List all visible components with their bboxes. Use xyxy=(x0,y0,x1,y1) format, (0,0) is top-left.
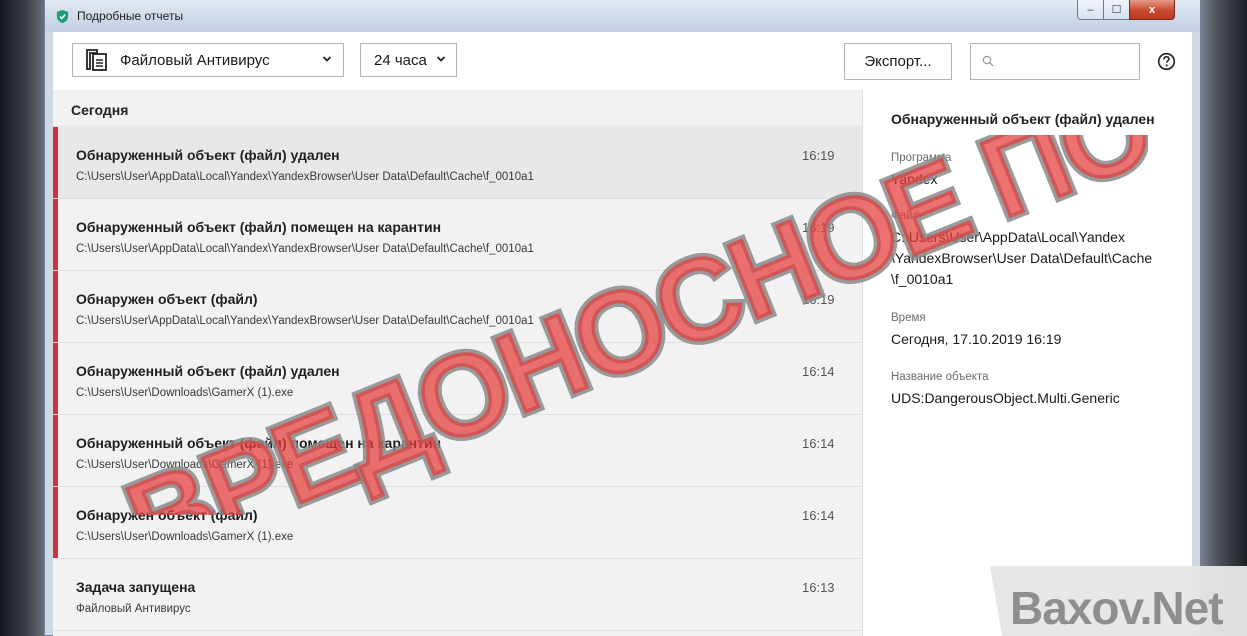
item-title: Обнаружен объект (файл) xyxy=(76,291,258,307)
search-icon xyxy=(982,55,994,67)
list-item[interactable]: Обнаружен объект (файл) C:\Users\User\Dow… xyxy=(53,487,862,559)
period-dropdown[interactable]: 24 часа xyxy=(360,43,457,77)
item-title: Обнаруженный объект (файл) помещен на ка… xyxy=(76,435,442,451)
item-title: Обнаруженный объект (файл) удален xyxy=(76,363,340,379)
title-bar[interactable]: Подробные отчеты ‒ ☐ x xyxy=(45,0,1200,32)
severity-indicator xyxy=(53,199,58,270)
item-title: Задача запущена xyxy=(76,579,196,595)
detail-file-value: C:\Users\User\AppData\Local\Yandex \Yand… xyxy=(891,227,1191,290)
export-button[interactable]: Экспорт... xyxy=(844,43,952,80)
desktop-background-left xyxy=(0,0,44,636)
events-list-items: Обнаруженный объект (файл) удален C:\User… xyxy=(53,127,862,631)
severity-indicator xyxy=(53,343,58,414)
list-item[interactable]: Обнаруженный объект (файл) удален C:\User… xyxy=(53,127,862,199)
item-path: C:\Users\User\Downloads\GamerX (1).exe xyxy=(76,531,294,543)
close-button[interactable]: x xyxy=(1129,0,1175,20)
detail-object-value: UDS:DangerousObject.Multi.Generic xyxy=(891,390,1120,406)
item-time: 16:19 xyxy=(802,148,835,163)
item-time: 16:13 xyxy=(802,580,835,595)
detail-file-line: C:\Users\User\AppData\Local\Yandex xyxy=(891,229,1125,245)
detail-time-value: Сегодня, 17.10.2019 16:19 xyxy=(891,331,1062,347)
maximize-button[interactable]: ☐ xyxy=(1103,0,1130,20)
section-header-today: Сегодня xyxy=(53,90,862,127)
help-icon[interactable] xyxy=(1157,52,1176,71)
detail-file-line: \f_0010a1 xyxy=(891,271,954,287)
list-item[interactable]: Обнаруженный объект (файл) помещен на ка… xyxy=(53,199,862,271)
item-title: Обнаруженный объект (файл) помещен на ка… xyxy=(76,219,442,235)
events-list[interactable]: Сегодня Обнаруженный объект (файл) удале… xyxy=(53,90,863,636)
item-path: Файловый Антивирус xyxy=(76,603,191,615)
search-input[interactable] xyxy=(1001,49,1135,75)
detail-program-label: Программа xyxy=(891,152,952,164)
component-dropdown[interactable]: Файловый Антивирус xyxy=(72,43,344,77)
detail-heading: Обнаруженный объект (файл) удален xyxy=(891,111,1155,127)
severity-indicator xyxy=(53,415,58,486)
item-path: C:\Users\User\Downloads\GamerX (1).exe xyxy=(76,459,294,471)
item-time: 16:14 xyxy=(802,436,835,451)
detail-time-label: Время xyxy=(891,312,926,324)
component-dropdown-value: Файловый Антивирус xyxy=(120,51,270,69)
shield-icon xyxy=(56,9,69,24)
chevron-down-icon xyxy=(322,56,332,62)
toolbar: Файловый Антивирус 24 часа Экспорт... xyxy=(53,32,1192,90)
severity-indicator xyxy=(53,271,58,342)
window-client-area: Файловый Антивирус 24 часа Экспорт... Се… xyxy=(53,32,1192,636)
item-time: 16:14 xyxy=(802,364,835,379)
detail-object-label: Название объекта xyxy=(891,371,989,383)
chevron-down-icon xyxy=(436,56,446,62)
item-title: Обнаруженный объект (файл) удален xyxy=(76,147,340,163)
detail-program-value: Yandex xyxy=(891,171,938,187)
item-path: C:\Users\User\AppData\Local\Yandex\Yande… xyxy=(76,243,534,255)
list-item[interactable]: Задача запущена Файловый Антивирус 16:13 xyxy=(53,559,862,631)
search-box[interactable] xyxy=(970,43,1140,80)
list-item[interactable]: Обнаруженный объект (файл) удален C:\User… xyxy=(53,343,862,415)
window-title: Подробные отчеты xyxy=(77,9,184,23)
maximize-icon: ☐ xyxy=(1111,4,1122,16)
severity-indicator xyxy=(53,487,58,558)
item-title: Обнаружен объект (файл) xyxy=(76,507,258,523)
detail-file-line: \YandexBrowser\User Data\Default\Cache xyxy=(891,250,1153,266)
reports-window: Подробные отчеты ‒ ☐ x Файловый Антивиру… xyxy=(44,0,1201,636)
document-pages-icon xyxy=(86,49,107,71)
desktop-background-right xyxy=(1201,0,1247,636)
minimize-button[interactable]: ‒ xyxy=(1077,0,1104,20)
detail-file-label: Файл xyxy=(891,210,920,222)
list-item[interactable]: Обнаружен объект (файл) C:\Users\User\App… xyxy=(53,271,862,343)
item-path: C:\Users\User\AppData\Local\Yandex\Yande… xyxy=(76,315,534,327)
minimize-icon: ‒ xyxy=(1087,3,1094,16)
list-item[interactable]: Обнаруженный объект (файл) помещен на ка… xyxy=(53,415,862,487)
item-time: 16:14 xyxy=(802,508,835,523)
item-time: 16:19 xyxy=(802,292,835,307)
period-dropdown-value: 24 часа xyxy=(374,51,427,69)
close-icon: x xyxy=(1148,3,1156,16)
item-time: 16:19 xyxy=(802,220,835,235)
item-path: C:\Users\User\Downloads\GamerX (1).exe xyxy=(76,387,294,399)
item-path: C:\Users\User\AppData\Local\Yandex\Yande… xyxy=(76,171,534,183)
details-pane: Обнаруженный объект (файл) удален Програ… xyxy=(863,90,1192,636)
severity-indicator xyxy=(53,127,58,198)
